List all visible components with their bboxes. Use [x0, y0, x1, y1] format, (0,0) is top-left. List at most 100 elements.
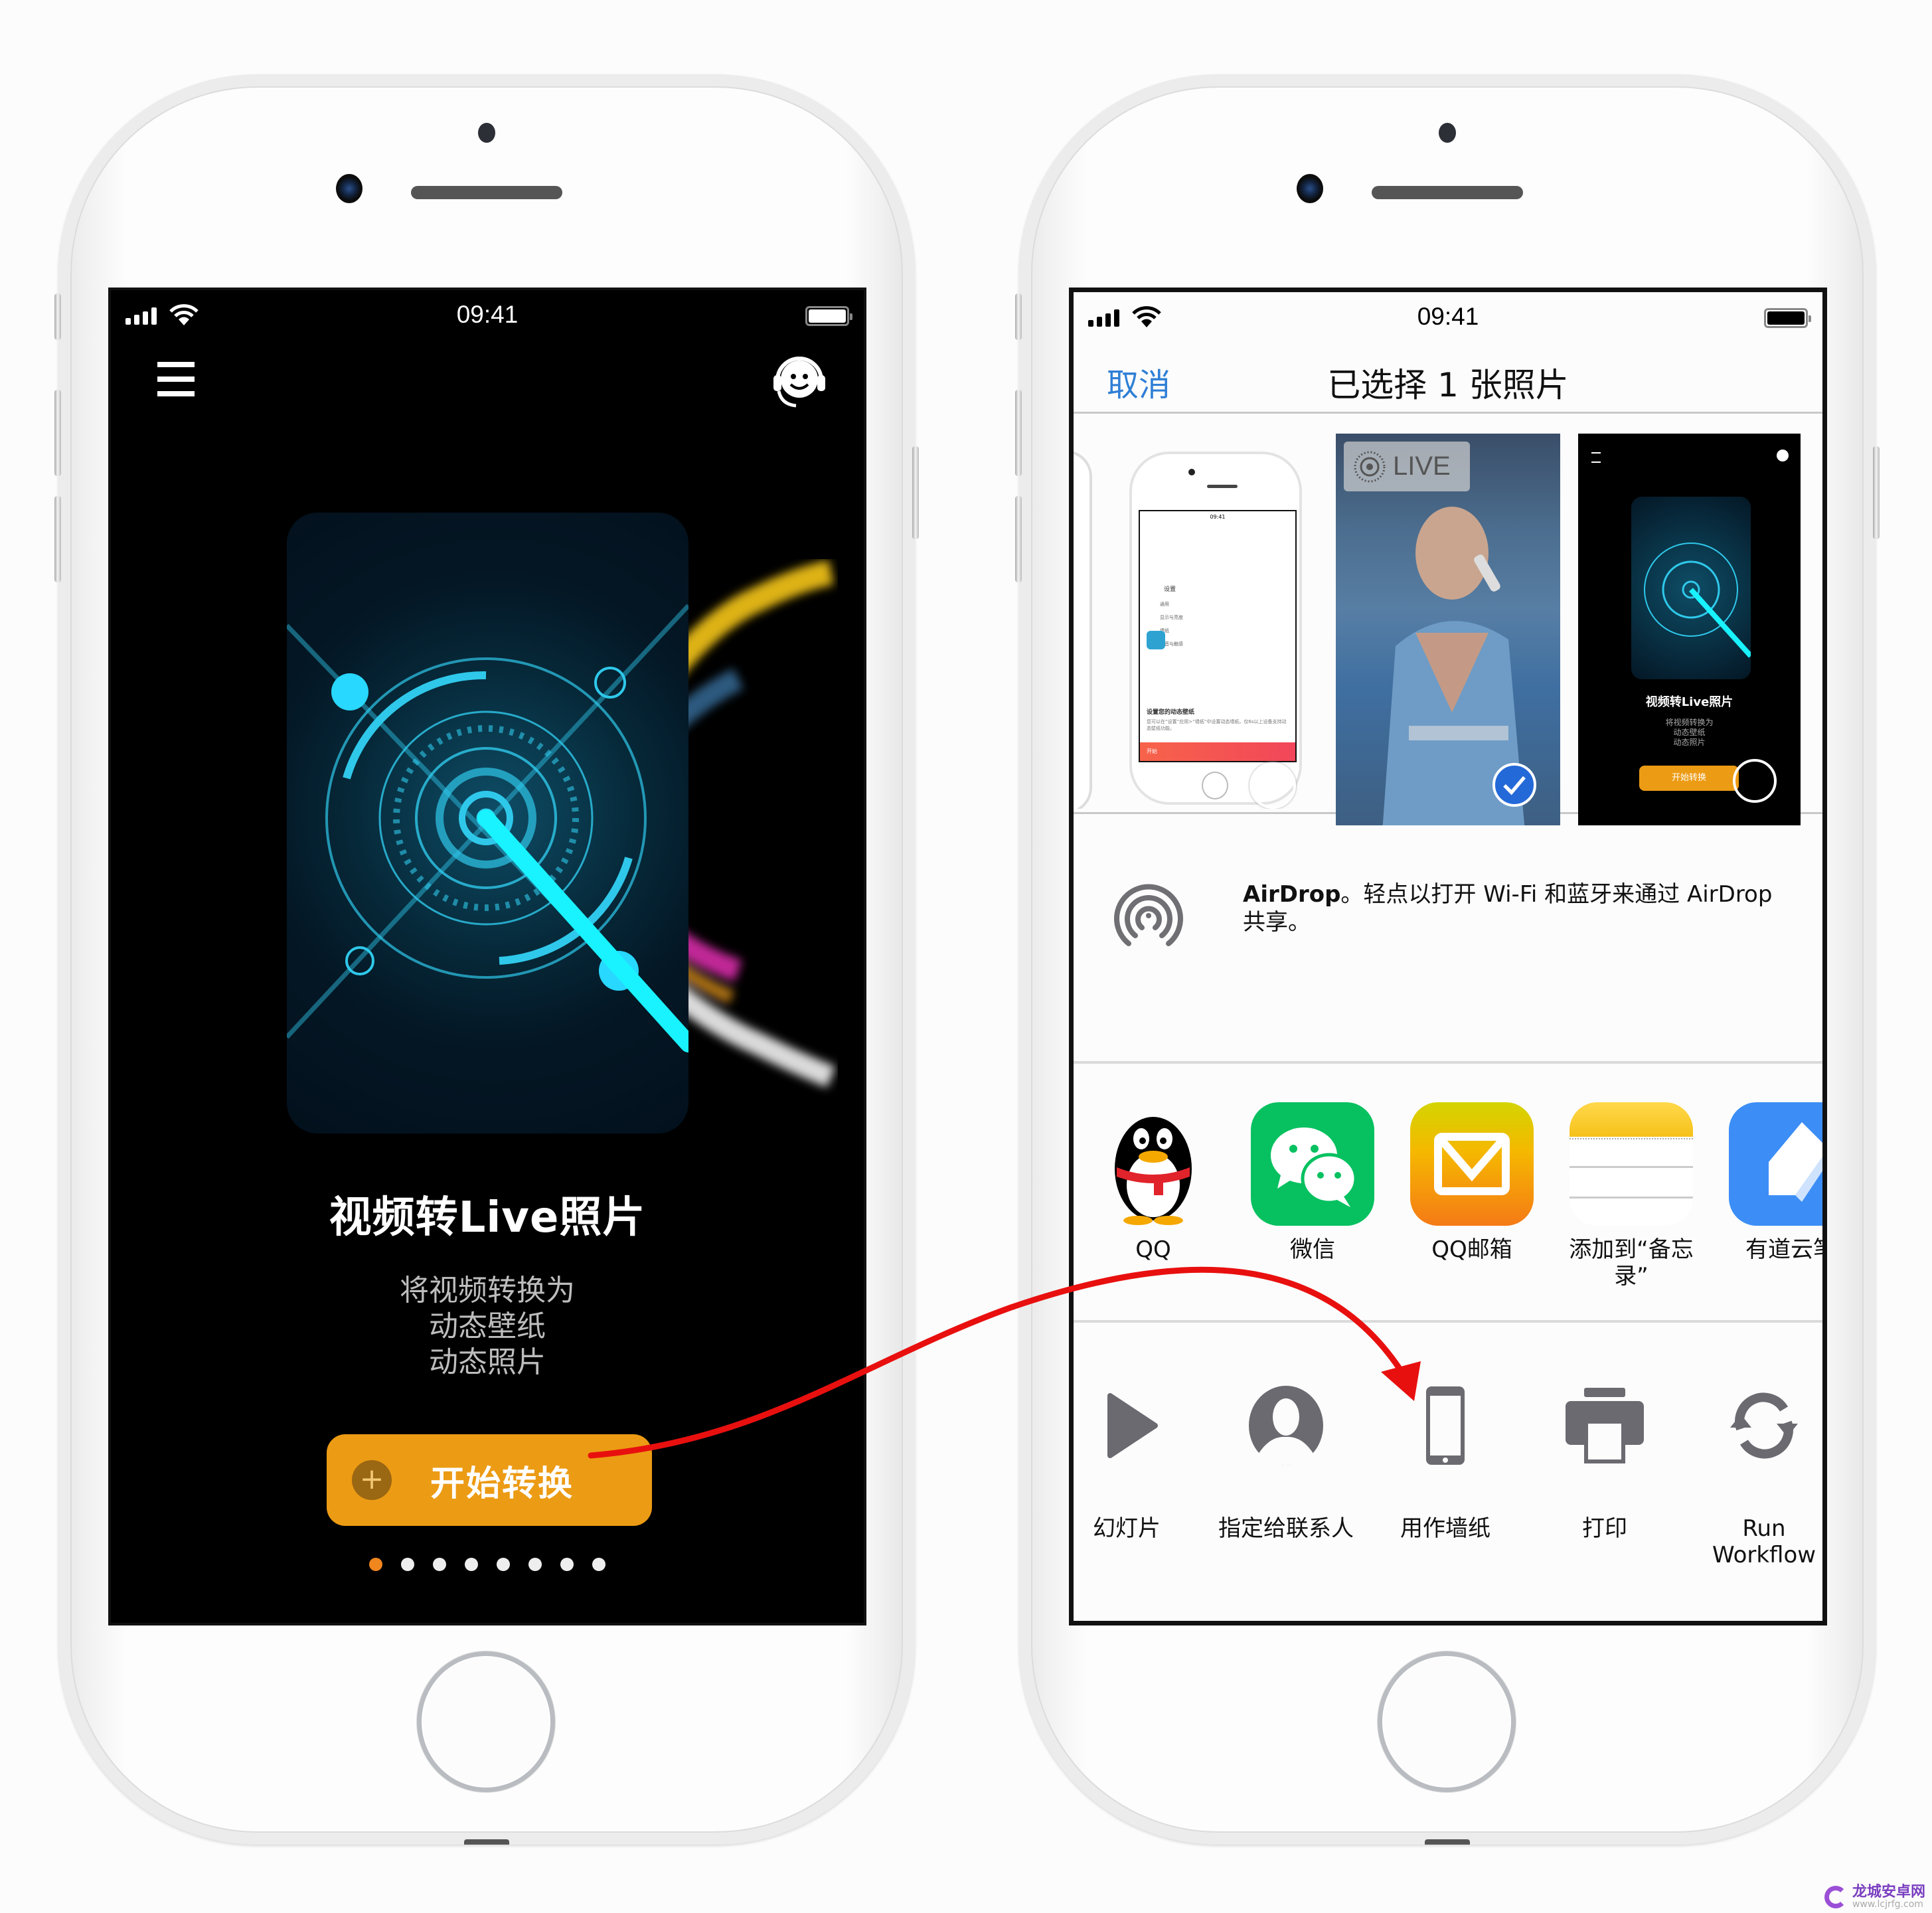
watermark-logo-icon: [1824, 1886, 1847, 1908]
action-label: 指定给联系人: [1218, 1515, 1354, 1542]
start-convert-label: 开始转换: [430, 1463, 574, 1504]
share-app-label: 添加到“备忘录”: [1569, 1236, 1694, 1289]
action-use-as-wallpaper[interactable]: 用作墙纸: [1366, 1382, 1525, 1542]
notes-icon: [1570, 1102, 1693, 1226]
volume-down-button: [54, 496, 61, 582]
photo-thumbnail-strip[interactable]: 09:41 设置 通用 显示与亮度 墙纸 声音与触感 设置您的动态壁纸 您可以在…: [1074, 414, 1822, 825]
mockup-start-button: 开始: [1140, 742, 1295, 761]
mockup-menu-item: 显示与亮度: [1160, 615, 1183, 620]
action-slideshow[interactable]: 幻灯片: [1074, 1382, 1206, 1542]
mockup-menu-item: 通用: [1160, 602, 1169, 607]
action-label: Run Workflow: [1712, 1515, 1816, 1568]
airdrop-row[interactable]: AirDrop。轻点以打开 Wi-Fi 和蓝牙来通过 AirDrop 共享。: [1074, 814, 1822, 1064]
volume-down-button: [1015, 496, 1022, 582]
mini-subtitle: 将视频转换为 动态壁纸 动态照片: [1578, 718, 1801, 748]
selection-circle[interactable]: [1733, 759, 1777, 803]
front-camera: [336, 174, 362, 203]
thumbnail-settings-mockup[interactable]: 09:41 设置 通用 显示与亮度 墙纸 声音与触感 设置您的动态壁纸 您可以在…: [1127, 450, 1306, 809]
live-badge-label: LIVE: [1393, 452, 1451, 481]
airdrop-title: AirDrop: [1243, 881, 1341, 908]
wechat-icon: [1251, 1102, 1374, 1226]
page-dot[interactable]: [560, 1558, 574, 1571]
lightning-port: [1425, 1839, 1470, 1845]
share-actions-row[interactable]: 幻灯片 指定给联系人 用作墙纸 打印 Run Workflow: [1074, 1323, 1822, 1621]
mockup-body: 您可以在“设置”应用>“墙纸”中设置动态墙纸。仅6s以上设备支持动态壁纸功能。: [1147, 719, 1287, 731]
mockup-heading: 设置您的动态壁纸: [1147, 709, 1195, 716]
mockup-time: 09:41: [1210, 514, 1226, 520]
contact-icon: [1243, 1382, 1329, 1469]
watermark-name: 龙城安卓网: [1852, 1884, 1925, 1900]
share-app-youdao-note[interactable]: 有道云笔: [1724, 1102, 1827, 1263]
mini-support-icon: [1777, 450, 1789, 461]
hero-preview: [287, 513, 836, 1133]
selection-circle[interactable]: [1249, 762, 1296, 809]
youdao-note-icon: [1729, 1102, 1822, 1226]
app-title: 视频转Live照片: [329, 1193, 646, 1242]
mini-menu-icon: [1591, 452, 1601, 463]
earpiece-speaker: [411, 186, 562, 199]
printer-icon: [1562, 1382, 1648, 1469]
run-workflow-icon: [1721, 1382, 1807, 1469]
proximity-sensor: [478, 123, 495, 143]
share-app-label: QQ: [1135, 1236, 1171, 1263]
mini-subtitle-line: 动态壁纸: [1673, 728, 1706, 737]
share-app-qq[interactable]: QQ: [1087, 1102, 1220, 1263]
page-dot[interactable]: [465, 1558, 478, 1571]
share-sheet-screen: 09:41 取消 已选择 1 张照片 09:41 设置 通用 显示与亮度 墙纸 …: [1069, 288, 1827, 1625]
mini-subtitle-line: 动态照片: [1673, 738, 1706, 747]
mockup-menu-title: 设置: [1164, 586, 1176, 593]
selected-checkmark-icon[interactable]: [1492, 763, 1536, 807]
status-bar: 09:41: [111, 290, 864, 343]
page-dot[interactable]: [497, 1558, 510, 1571]
share-app-wechat[interactable]: 微信: [1246, 1102, 1379, 1263]
play-icon: [1084, 1382, 1170, 1469]
volume-up-button: [54, 390, 61, 476]
share-app-notes[interactable]: 添加到“备忘录”: [1565, 1102, 1698, 1289]
action-run-workflow[interactable]: Run Workflow: [1684, 1382, 1822, 1568]
page-dot[interactable]: [433, 1558, 446, 1571]
share-app-label: 有道云笔: [1745, 1236, 1827, 1263]
page-dot[interactable]: [401, 1558, 414, 1571]
action-label: 幻灯片: [1093, 1515, 1161, 1542]
mini-subtitle-line: 将视频转换为: [1665, 718, 1714, 727]
subtitle-line: 动态壁纸: [429, 1309, 546, 1343]
battery-icon: [805, 306, 852, 326]
qq-penguin-icon: [1091, 1102, 1215, 1226]
share-app-qq-mail[interactable]: QQ邮箱: [1406, 1102, 1538, 1263]
mockup-home-button: [1202, 772, 1228, 799]
wallpaper-settings-icon: [1147, 631, 1165, 649]
hamburger-menu-icon[interactable]: [157, 362, 195, 396]
site-watermark: 龙城安卓网 www.lcjrfg.com: [1824, 1885, 1925, 1909]
live-photo-icon: [1354, 451, 1386, 482]
battery-icon: [1764, 308, 1811, 328]
thumbnail-app-screenshot[interactable]: 视频转Live照片 将视频转换为 动态壁纸 动态照片 开始转换: [1578, 434, 1801, 825]
proximity-sensor: [1439, 123, 1456, 143]
share-apps-row[interactable]: QQ 微信 QQ邮箱 添加到“备忘录” 有道云笔: [1074, 1064, 1822, 1323]
mini-start-button: 开始转换: [1639, 766, 1739, 791]
power-button: [912, 446, 919, 539]
share-app-label: QQ邮箱: [1431, 1236, 1512, 1263]
home-button[interactable]: [417, 1651, 555, 1792]
home-button[interactable]: [1378, 1651, 1516, 1792]
lightning-port: [464, 1839, 509, 1845]
action-label: 用作墙纸: [1400, 1515, 1490, 1542]
app-screen-video-to-live: 09:41 视频转Live照片 将视频转换为 动态壁纸 动态照片 + 开始转换: [108, 288, 866, 1625]
live-badge: LIVE: [1344, 442, 1470, 491]
action-print[interactable]: 打印: [1525, 1382, 1684, 1542]
start-convert-button[interactable]: + 开始转换: [327, 1434, 652, 1526]
qq-mail-icon: [1410, 1102, 1534, 1226]
phone-wallpaper-icon: [1402, 1382, 1489, 1469]
subtitle-line: 将视频转换为: [400, 1274, 575, 1307]
page-dot[interactable]: [592, 1558, 605, 1571]
share-nav-bar: 取消 已选择 1 张照片: [1074, 345, 1822, 414]
selection-title: 已选择 1 张照片: [1327, 366, 1569, 404]
thumbnail-live-photo[interactable]: LIVE: [1336, 434, 1560, 825]
page-dot-active[interactable]: [369, 1558, 382, 1571]
page-dot[interactable]: [528, 1558, 542, 1571]
share-app-label: 微信: [1290, 1236, 1335, 1263]
power-button: [1873, 446, 1880, 539]
customer-service-headset-icon[interactable]: [769, 351, 829, 411]
thumbnail-partial[interactable]: [1074, 450, 1093, 809]
action-assign-to-contact[interactable]: 指定给联系人: [1206, 1382, 1366, 1542]
page-indicator: [111, 1558, 864, 1571]
